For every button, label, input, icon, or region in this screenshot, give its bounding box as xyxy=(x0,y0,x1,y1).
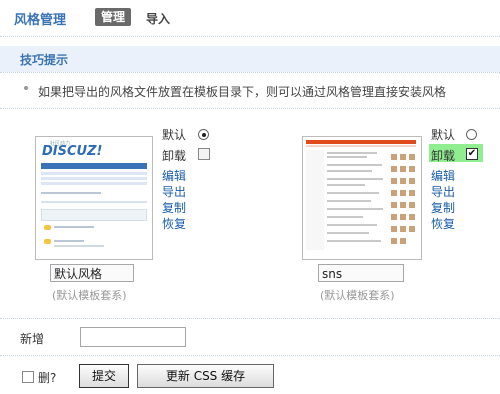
uninstall-checkbox[interactable] xyxy=(466,148,478,160)
preview-bubble xyxy=(44,239,51,244)
top-bar xyxy=(0,0,500,38)
preview-avatar xyxy=(391,226,397,232)
preview-avatar xyxy=(409,226,415,232)
export-link[interactable]: 导出 xyxy=(431,183,455,200)
style-preview-sns[interactable] xyxy=(302,136,422,260)
preview-avatar xyxy=(409,178,415,184)
copy-link[interactable]: 复制 xyxy=(431,199,455,216)
template-caption: (默认模板套系) xyxy=(52,289,127,302)
uninstall-checkbox[interactable] xyxy=(198,148,210,160)
tab-import[interactable]: 导入 xyxy=(146,10,170,27)
delete-checkbox[interactable] xyxy=(22,371,34,383)
preview-avatar xyxy=(400,190,406,196)
preview-avatar xyxy=(409,202,415,208)
preview-row xyxy=(41,177,147,180)
bullet-icon xyxy=(24,86,28,90)
preview-line xyxy=(327,200,371,202)
page-title: 风格管理 xyxy=(14,13,67,28)
preview-avatar xyxy=(391,178,397,184)
copy-link[interactable]: 复制 xyxy=(162,199,186,216)
preview-line xyxy=(327,156,367,158)
tip-text: 如果把导出的风格文件放置在模板目录下，则可以通过风格管理直接安装风格 xyxy=(38,85,447,99)
preview-line xyxy=(54,245,104,247)
preview-main xyxy=(327,150,387,250)
add-style-input[interactable] xyxy=(80,327,186,347)
preview-line xyxy=(54,240,84,242)
preview-line xyxy=(327,216,363,218)
preview-avatar xyxy=(391,190,397,196)
preview-row xyxy=(41,182,147,185)
preview-sidebar xyxy=(306,150,324,250)
preview-line xyxy=(41,201,147,203)
divider xyxy=(0,108,500,109)
restore-link[interactable]: 恢复 xyxy=(162,215,186,232)
preview-discuz: 社区动力 DISCUZ! xyxy=(36,137,152,259)
tips-title: 技巧提示 xyxy=(20,53,69,67)
style-preview-default[interactable]: 社区动力 DISCUZ! xyxy=(35,136,153,260)
style-name-field[interactable]: 默认风格 xyxy=(50,264,134,282)
preview-line xyxy=(327,224,377,226)
template-caption: (默认模板套系) xyxy=(320,289,395,302)
edit-link[interactable]: 编辑 xyxy=(162,167,186,184)
preview-line xyxy=(327,208,383,210)
preview-line xyxy=(327,170,372,172)
preview-line xyxy=(54,226,94,228)
preview-avatar xyxy=(400,202,406,208)
preview-avatar xyxy=(409,154,415,160)
update-css-cache-button[interactable]: 更新 CSS 缓存 xyxy=(137,364,274,388)
default-label: 默认 xyxy=(431,128,456,142)
tips-header xyxy=(0,46,500,72)
divider xyxy=(0,72,500,73)
preview-avatar xyxy=(391,166,397,172)
preview-line xyxy=(327,178,383,180)
preview-avatar xyxy=(409,166,415,172)
divider xyxy=(0,36,500,37)
add-label: 新增 xyxy=(20,332,45,346)
preview-line xyxy=(327,152,377,154)
preview-line xyxy=(327,232,369,234)
divider xyxy=(0,318,500,319)
preview-nav xyxy=(41,163,147,169)
restore-link[interactable]: 恢复 xyxy=(431,215,455,232)
delete-label: 删? xyxy=(38,371,57,385)
preview-avatar xyxy=(400,178,406,184)
preview-line xyxy=(327,192,379,194)
preview-line xyxy=(41,192,101,194)
preview-avatar xyxy=(409,214,415,220)
uninstall-label: 卸载 xyxy=(431,149,456,163)
submit-button[interactable]: 提交 xyxy=(79,364,129,388)
preview-header xyxy=(306,140,416,144)
preview-avatar xyxy=(400,166,406,172)
preview-avatar xyxy=(391,202,397,208)
preview-avatar xyxy=(391,238,397,244)
preview-avatar xyxy=(400,214,406,220)
preview-bubble xyxy=(44,225,51,230)
preview-line xyxy=(327,184,365,186)
default-label: 默认 xyxy=(162,128,187,142)
preview-line xyxy=(327,240,381,242)
tab-manage[interactable]: 管理 xyxy=(95,8,132,26)
default-radio[interactable] xyxy=(198,129,209,140)
export-link[interactable]: 导出 xyxy=(162,183,186,200)
divider xyxy=(0,355,500,356)
preview-sns xyxy=(303,137,421,259)
preview-line xyxy=(327,164,382,166)
style-name-field[interactable]: sns xyxy=(318,264,404,282)
preview-avatar xyxy=(391,154,397,160)
preview-subnav xyxy=(306,145,416,147)
edit-link[interactable]: 编辑 xyxy=(431,167,455,184)
preview-logo: DISCUZ! xyxy=(42,144,103,159)
preview-right xyxy=(389,150,417,250)
default-radio[interactable] xyxy=(466,129,477,140)
preview-avatar xyxy=(400,226,406,232)
preview-avatar xyxy=(409,190,415,196)
uninstall-label: 卸载 xyxy=(162,149,187,163)
preview-row xyxy=(41,172,147,175)
preview-avatar xyxy=(400,238,406,244)
preview-block xyxy=(41,209,147,221)
preview-avatar xyxy=(400,154,406,160)
preview-avatar xyxy=(391,214,397,220)
